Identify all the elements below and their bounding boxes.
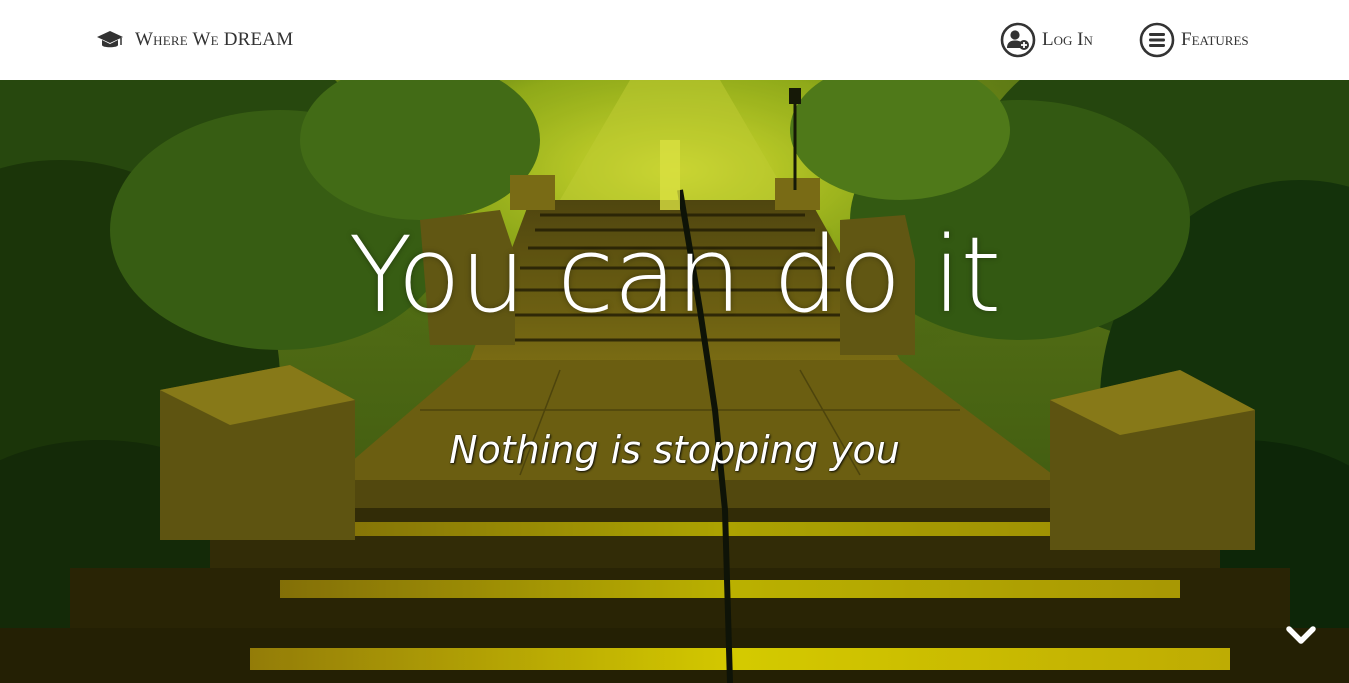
hero-subline: Nothing is stopping you xyxy=(449,428,900,472)
hero-headline: You can do it xyxy=(348,214,1002,336)
login-link[interactable]: Log In xyxy=(1000,22,1093,58)
brand-link[interactable]: Where We DREAM xyxy=(96,27,293,53)
menu-icon xyxy=(1139,22,1175,58)
graduation-cap-icon xyxy=(96,29,124,51)
hero-section: You can do it Nothing is stopping you xyxy=(0,80,1349,683)
top-navbar: Where We DREAM Log In Features xyxy=(0,0,1349,80)
chevron-down-icon xyxy=(1284,626,1318,654)
scroll-down-button[interactable] xyxy=(1284,620,1318,650)
features-label: Features xyxy=(1181,29,1249,50)
user-plus-icon xyxy=(1000,22,1036,58)
brand-name: Where We DREAM xyxy=(135,29,294,50)
login-label: Log In xyxy=(1042,29,1093,50)
features-link[interactable]: Features xyxy=(1139,22,1249,58)
hero-background-image xyxy=(0,80,1349,683)
